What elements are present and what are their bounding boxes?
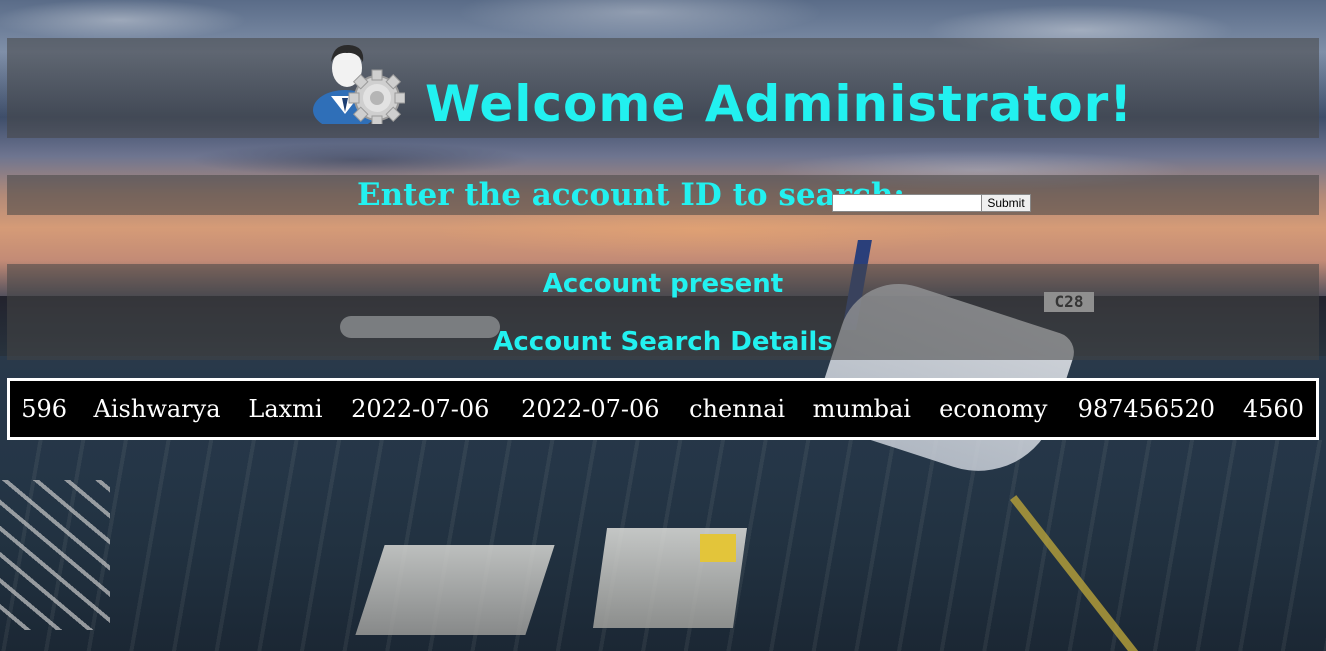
table-cell-to: mumbai: [812, 395, 911, 423]
page: C28: [0, 0, 1326, 651]
table-cell-amount: 4560: [1242, 395, 1304, 423]
header: Welcome Administrator!: [7, 38, 1319, 138]
table-cell-from: chennai: [689, 395, 786, 423]
status-message: Account present: [542, 269, 784, 299]
table-cell-phone: 987456520: [1077, 395, 1215, 423]
table-cell-date: 2022-07-06: [521, 395, 660, 423]
search-label: Enter the account ID to search:: [357, 177, 905, 213]
background-stairs: [0, 480, 110, 630]
page-title: Welcome Administrator!: [425, 75, 1134, 133]
search-band: Enter the account ID to search: Submit: [7, 175, 1319, 215]
table-cell-last-name: Laxmi: [248, 395, 323, 423]
table-row: 596 Aishwarya Laxmi 2022-07-06 2022-07-0…: [9, 380, 1318, 439]
table-cell-date: 2022-07-06: [351, 395, 490, 423]
details-title: Account Search Details: [493, 327, 833, 357]
table-cell-account-id: 596: [21, 395, 68, 423]
account-details-table: 596 Aishwarya Laxmi 2022-07-06 2022-07-0…: [7, 378, 1319, 440]
background-baggage-cart: [355, 545, 555, 635]
result-band: Account present Account Search Details: [7, 264, 1319, 360]
table-cell-first-name: Aishwarya: [93, 395, 221, 423]
admin-gear-icon: [313, 44, 405, 124]
search-form: Enter the account ID to search: Submit: [7, 175, 1319, 215]
table-cell-class: economy: [939, 395, 1048, 423]
background-tug: [700, 534, 736, 562]
submit-button[interactable]: Submit: [981, 194, 1031, 212]
account-id-input[interactable]: [832, 194, 982, 212]
header-band: Welcome Administrator!: [7, 38, 1319, 138]
